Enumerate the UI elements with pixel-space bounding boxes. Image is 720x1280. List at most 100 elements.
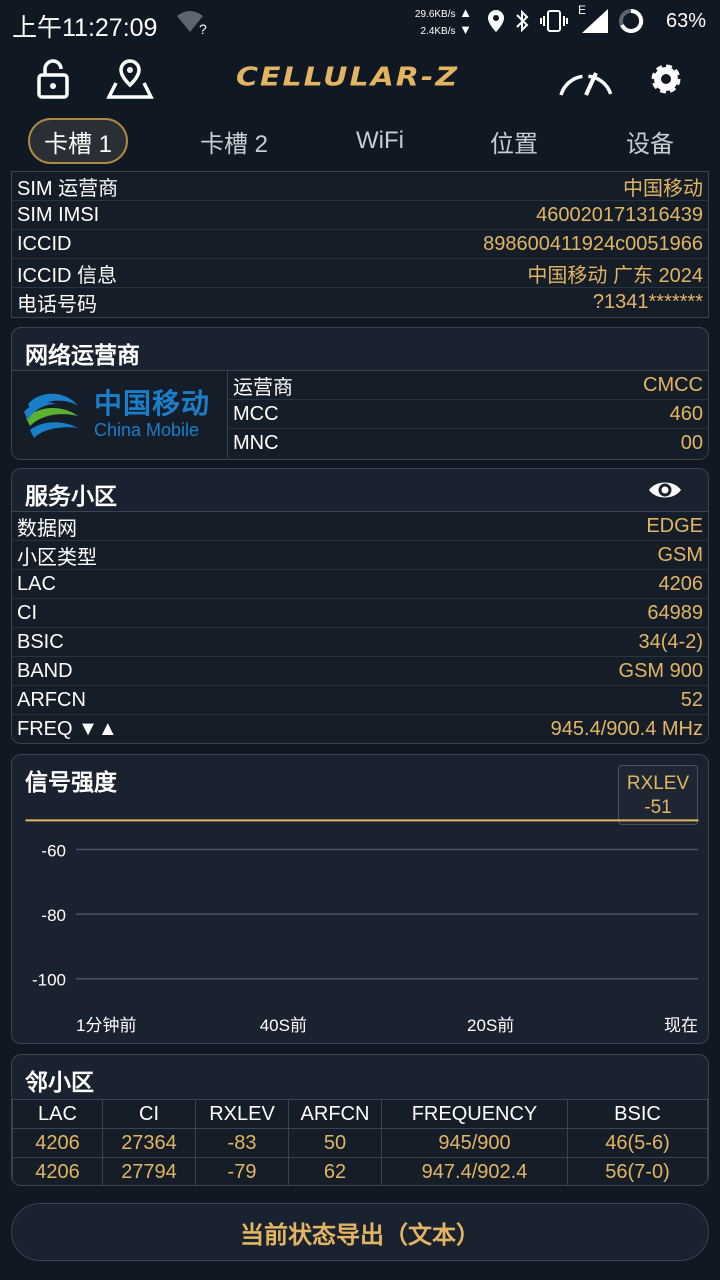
- x-tick-label: 1分钟前: [76, 1016, 136, 1035]
- sim-row: ICCID 信息 中国移动 广东 2024: [12, 259, 708, 288]
- sim-info-table: SIM 运营商 中国移动 SIM IMSI 460020171316439 ICCI…: [11, 171, 709, 318]
- row-value: ?1341*******: [592, 291, 703, 313]
- freq-row[interactable]: FREQ ▼▲ 945.4/900.4 MHz: [12, 715, 708, 743]
- download-speed: 29.6KB/s: [414, 9, 456, 20]
- row-value: 00: [680, 432, 703, 454]
- table-header-row: LAC CI RXLEV ARFCN FREQUENCY BSIC: [12, 1099, 708, 1129]
- row-value: GSM: [657, 543, 703, 566]
- cell-row: 数据网 EDGE: [12, 512, 708, 541]
- data-point: [489, 819, 492, 822]
- table-row: 4206 27364 -83 50 945/900 46(5-6): [12, 1128, 708, 1158]
- wifi-icon: ?: [176, 10, 210, 41]
- table-cell: 4206: [12, 1128, 103, 1158]
- x-tick-label: 现在: [664, 1016, 698, 1035]
- section-title: 邻小区: [25, 1069, 94, 1095]
- x-tick-label: 20S前: [467, 1016, 514, 1035]
- gauge-icon[interactable]: [556, 56, 616, 102]
- row-label: 运营商: [233, 376, 293, 399]
- operator-row: MNC 00: [228, 429, 708, 458]
- network-operator-card: 网络运营商 中国移动 China Mobile 运营商 CMCC MCC 460 M…: [11, 327, 709, 460]
- column-header: BSIC: [567, 1099, 708, 1129]
- row-label: 电话号码: [17, 294, 97, 316]
- rxlev-label: RXLEV: [626, 773, 690, 794]
- row-value: GSM 900: [618, 659, 703, 682]
- y-tick-label: -80: [41, 906, 66, 925]
- row-value: 898600411924c0051966: [483, 232, 703, 255]
- table-cell: -79: [195, 1157, 289, 1185]
- row-label: LAC: [17, 572, 56, 595]
- status-bar: 上午11:27:09 ? 29.6KB/s ▲ 2.4KB/s ▼ E 63%: [0, 0, 720, 44]
- neighbor-table: LAC CI RXLEV ARFCN FREQUENCY BSIC 4206 2…: [12, 1099, 708, 1185]
- sim-row: SIM IMSI 460020171316439: [12, 201, 708, 230]
- table-cell: 947.4/902.4: [381, 1157, 568, 1185]
- signal-strength-card: 信号强度 RXLEV -51 -60 -80 -100 1分钟前 40S前 20S前 现在: [11, 754, 709, 1044]
- cell-row: ARFCN 52: [12, 686, 708, 715]
- column-header: ARFCN: [288, 1099, 382, 1129]
- row-label: SIM IMSI: [17, 203, 100, 226]
- column-header: RXLEV: [195, 1099, 289, 1129]
- tab-slot-2[interactable]: 卡槽 2: [184, 118, 284, 164]
- upload-speed: 2.4KB/s: [420, 26, 456, 37]
- row-value: 52: [680, 688, 703, 711]
- battery-ring-icon: [619, 8, 644, 33]
- vibrate-icon: [540, 10, 568, 32]
- tab-slot-1[interactable]: 卡槽 1: [28, 118, 128, 164]
- map-pin-icon[interactable]: [106, 56, 154, 102]
- row-value: 64989: [647, 601, 703, 624]
- lock-icon[interactable]: [36, 56, 70, 102]
- section-title-text: 服务小区: [25, 483, 117, 509]
- row-value: CMCC: [643, 373, 703, 396]
- table-cell: 27794: [102, 1157, 196, 1185]
- row-label: ICCID: [17, 232, 72, 255]
- cell-row: CI 64989: [12, 599, 708, 628]
- sim-row: SIM 运营商 中国移动: [12, 172, 708, 201]
- location-icon: [488, 10, 504, 32]
- signal-icon: E: [578, 3, 608, 33]
- table-cell: 50: [288, 1128, 382, 1158]
- network-speed: 29.6KB/s ▲ 2.4KB/s ▼: [414, 5, 472, 37]
- battery-percent: 63%: [666, 10, 707, 32]
- neighbor-cells-card: 邻小区 LAC CI RXLEV ARFCN FREQUENCY BSIC 42…: [11, 1054, 709, 1186]
- gear-icon[interactable]: [646, 56, 686, 102]
- data-point: [25, 819, 27, 822]
- row-label: MNC: [233, 432, 279, 454]
- section-title: 信号强度: [25, 769, 117, 795]
- row-label: 数据网: [17, 517, 77, 540]
- app-logo: CELLULAR-Z: [236, 62, 460, 93]
- export-text-button[interactable]: 当前状态导出（文本）: [11, 1203, 709, 1261]
- row-label: MCC: [233, 402, 279, 425]
- tab-location[interactable]: 位置: [464, 118, 564, 164]
- china-mobile-logo: 中国移动 China Mobile: [12, 371, 228, 458]
- column-header: CI: [102, 1099, 196, 1129]
- sim-row: 电话号码 ?1341*******: [12, 288, 708, 317]
- row-label: 小区类型: [17, 546, 97, 569]
- data-point: [282, 819, 285, 822]
- slot-tabs: 卡槽 1 卡槽 2 WiFi 位置 设备: [0, 118, 720, 168]
- bluetooth-icon: [516, 9, 529, 33]
- signal-chart: -60 -80 -100 1分钟前 40S前 20S前 现在: [25, 819, 699, 1035]
- tab-wifi[interactable]: WiFi: [330, 118, 430, 164]
- column-header: FREQUENCY: [381, 1099, 568, 1129]
- eye-icon[interactable]: [648, 478, 682, 502]
- china-mobile-emblem-icon: [24, 393, 78, 438]
- cell-row: 小区类型 GSM: [12, 541, 708, 570]
- row-label: ARFCN: [17, 688, 86, 711]
- sim-row: ICCID 898600411924c0051966: [12, 230, 708, 259]
- row-value: 945.4/900.4 MHz: [550, 718, 703, 740]
- row-label: FREQ ▼▲: [17, 718, 118, 740]
- row-value: 460020171316439: [536, 203, 703, 226]
- column-header: LAC: [12, 1099, 103, 1129]
- logo-text-en: China Mobile: [94, 420, 200, 440]
- table-cell: 46(5-6): [567, 1128, 708, 1158]
- y-tick-label: -100: [32, 971, 66, 990]
- table-cell: -83: [195, 1128, 289, 1158]
- row-label: BAND: [17, 659, 73, 682]
- row-value: 34(4-2): [638, 630, 703, 653]
- operator-row: 运营商 CMCC: [228, 371, 708, 400]
- cell-row: LAC 4206: [12, 570, 708, 599]
- x-tick-label: 40S前: [260, 1016, 307, 1035]
- row-label: ICCID 信息: [17, 264, 117, 287]
- table-cell: 945/900: [381, 1128, 568, 1158]
- table-cell: 27364: [102, 1128, 196, 1158]
- tab-device[interactable]: 设备: [600, 118, 700, 164]
